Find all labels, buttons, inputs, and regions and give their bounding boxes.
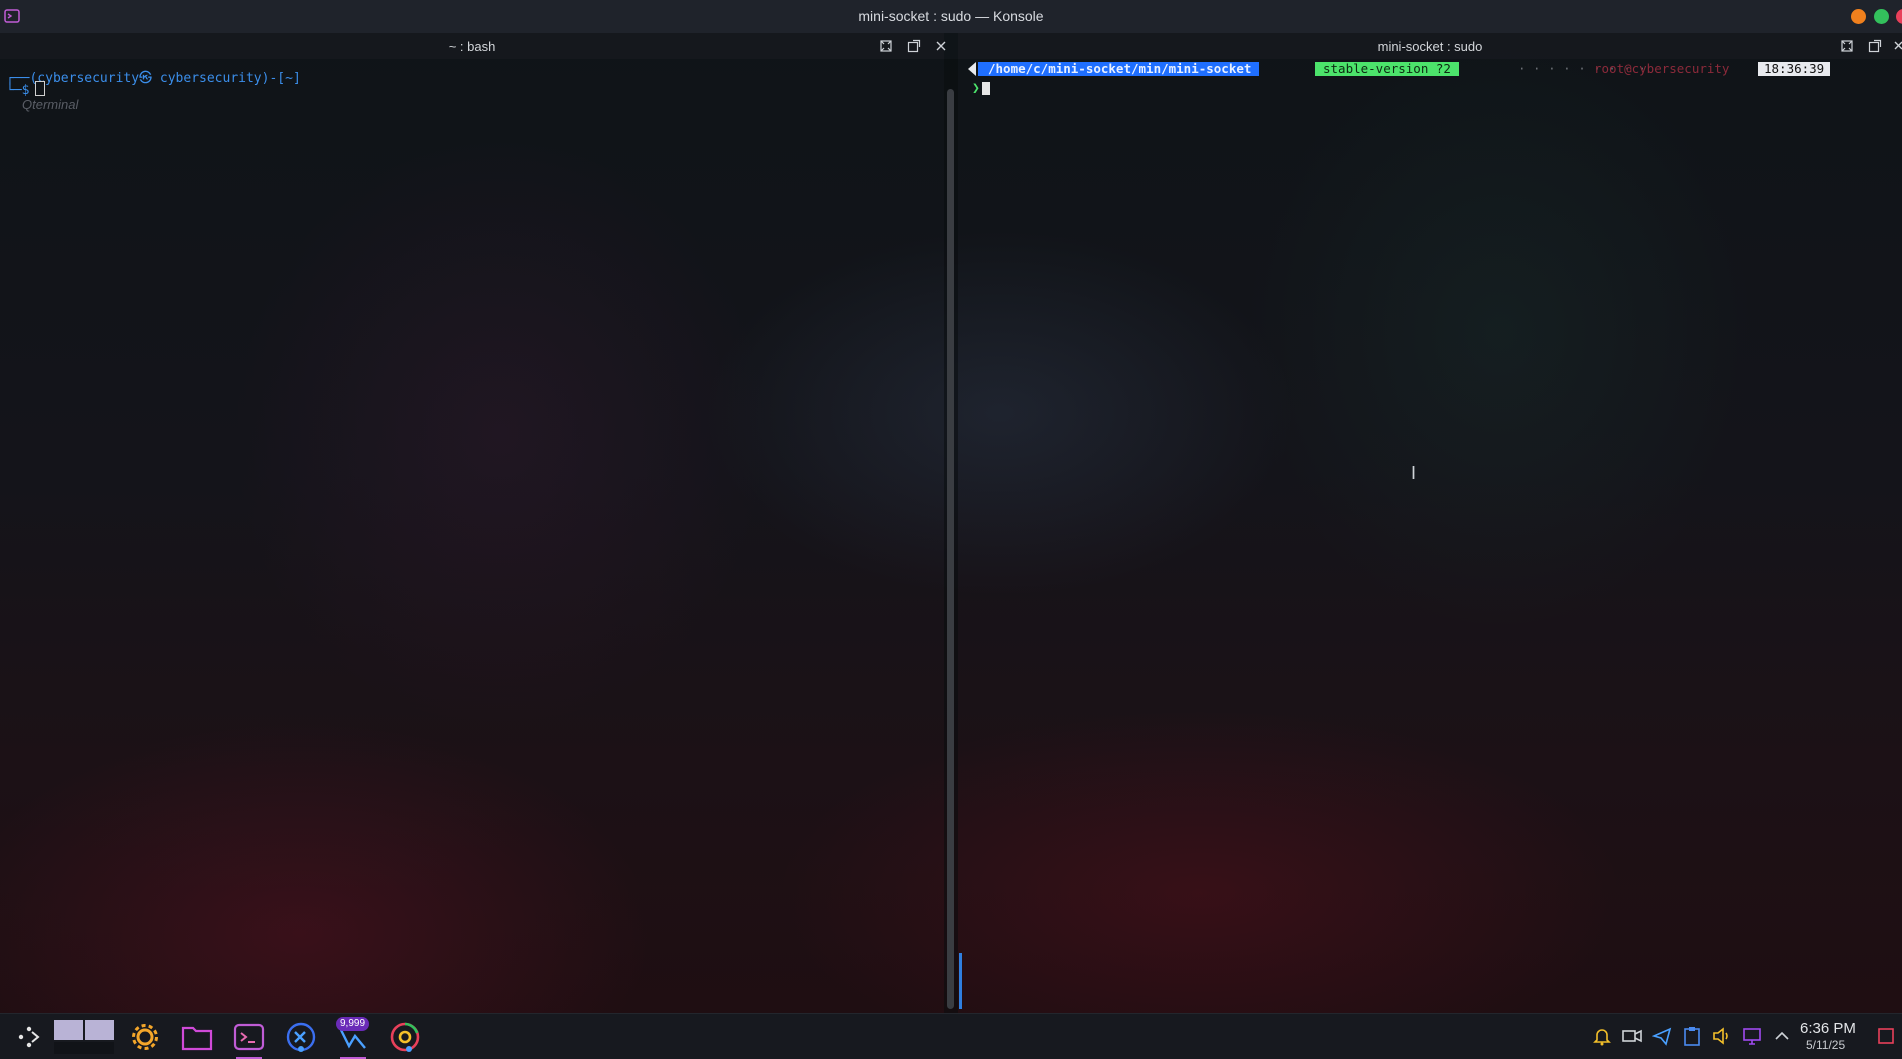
close-pane-icon[interactable] [1892,39,1902,53]
show-desktop-icon[interactable] [1876,1026,1896,1046]
text-cursor [982,82,990,95]
pager-background [54,1042,114,1054]
prompt-path: /home/c/mini-socket/min/mini-socket [978,62,1260,76]
window-titlebar[interactable]: mini-socket : sudo — Konsole [0,0,1902,34]
clock-time[interactable]: 6:36 PM [1800,1020,1856,1037]
detach-pane-icon[interactable] [907,39,921,53]
prompt-line: ┌──(cybersecurity㉿ cybersecurity)-[~] [6,71,301,86]
bell-icon[interactable] [1592,1026,1612,1046]
prompt-time: 18:36:39 [1758,62,1831,76]
maximize-pane-icon[interactable] [879,39,893,53]
terminal-area: ~ : bash mini-socket : sudo ┌──(cybersec… [0,33,1902,1013]
ghost-hint: Qterminal [22,97,79,112]
virtual-desktop-pager[interactable] [54,1020,114,1040]
network-icon[interactable] [1742,1026,1762,1046]
powerline-prompt: /home/c/mini-socket/min/mini-socket stab… [958,59,1902,77]
git-branch-status: stable-version ?2 [1315,62,1459,76]
vscode-icon[interactable] [284,1020,318,1054]
settings-icon[interactable] [128,1020,162,1054]
camera-icon[interactable] [1622,1026,1642,1046]
clock-date[interactable]: 5/11/25 [1806,1038,1845,1052]
prompt-symbol: $ [21,83,30,98]
right-pane-header[interactable]: mini-socket : sudo [958,33,1902,59]
pane-splitter[interactable] [944,59,958,1013]
text-cursor [35,81,46,96]
minimize-button[interactable] [1851,9,1866,24]
desktop-1[interactable] [54,1020,83,1040]
prompt-user-host: (cybersecurity㉿ cybersecurity)-[~] [29,71,301,86]
left-pane-header[interactable]: ~ : bash [0,33,946,59]
prompt-input-line: └─$ [6,81,46,98]
i-beam-cursor-icon: Ι [1411,463,1417,483]
launcher-icon[interactable] [12,1020,46,1054]
prompt-user-host: root@cybersecurity [1594,61,1730,76]
telegram-icon[interactable] [1651,1026,1672,1046]
notification-badge: 9,999 [336,1017,370,1031]
konsole-icon[interactable] [232,1020,266,1059]
left-pane-title: ~ : bash [448,39,496,54]
taskbar: 9,999 6:36 PM 5/11/25 [0,1013,1902,1059]
powerline-start [968,62,976,76]
files-icon[interactable] [180,1020,214,1054]
desktop-2[interactable] [85,1020,114,1040]
close-pane-icon[interactable] [934,39,948,53]
chevron-up-icon[interactable] [1772,1026,1792,1046]
maximize-button[interactable] [1874,9,1889,24]
detach-pane-icon[interactable] [1868,39,1882,53]
maximize-pane-icon[interactable] [1840,39,1854,53]
right-terminal-pane[interactable]: /home/c/mini-socket/min/mini-socket stab… [958,59,1902,1013]
window-title: mini-socket : sudo — Konsole [858,8,1044,24]
right-pane-title: mini-socket : sudo [1377,39,1483,54]
volume-icon[interactable] [1712,1026,1732,1046]
splitter-handle[interactable] [947,89,954,1009]
prompt-arrow: ❯ [972,81,980,96]
chrome-icon[interactable] [388,1020,422,1054]
left-terminal-pane[interactable]: ┌──(cybersecurity㉿ cybersecurity)-[~] └─… [0,59,944,1013]
clipboard-icon[interactable] [1682,1026,1702,1046]
